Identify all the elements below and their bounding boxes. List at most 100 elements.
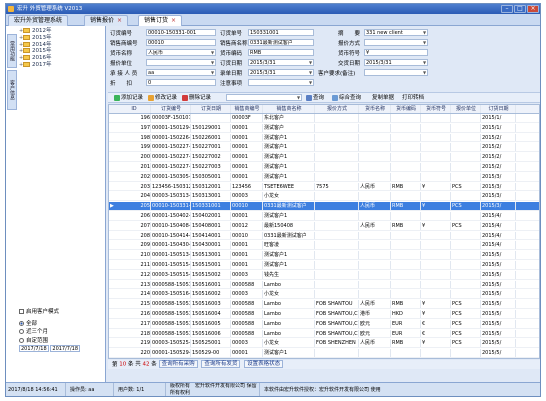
sales-no-input[interactable]: 00010 xyxy=(146,39,216,46)
add-record-button[interactable]: 添加记录 xyxy=(112,94,145,102)
table-row[interactable]: 212 00003-150515-0 150515002 00003 钱先生 2015/5… xyxy=(109,270,539,280)
table-cell xyxy=(391,270,421,279)
column-header[interactable]: 订货编号 xyxy=(151,105,191,113)
table-row[interactable]: 201 00001-150227-0 150227003 00001 测试客户1 2015… xyxy=(109,163,539,172)
enable-customer-mode-checkbox[interactable]: 启用客户模式 xyxy=(19,308,105,317)
tree-node-2012[interactable]: +2012年 xyxy=(19,28,52,35)
entry-date-input[interactable]: 2015/3/31 ▼ xyxy=(248,69,314,76)
table-cell xyxy=(451,172,481,181)
pay-method-select[interactable]: ▼ xyxy=(364,39,428,46)
column-header[interactable]: 订货日期 xyxy=(191,105,231,113)
tab-home[interactable]: 宏升外贸管理系统 xyxy=(8,15,69,26)
table-row[interactable]: 203123456-150312-0150312001123456TSETE6W… xyxy=(109,182,539,192)
radio-custom-range[interactable]: 自定范围 xyxy=(19,337,105,346)
salesman-select[interactable]: aa ▼ xyxy=(146,69,216,76)
table-row[interactable]: 211 00001-150515-0 150515001 00001 测试客户1 2015… xyxy=(109,261,539,270)
table-row[interactable]: 2150000588-150516-1505160030000588LamboF… xyxy=(109,300,539,309)
tree-node-2017[interactable]: +2017年 xyxy=(19,61,52,69)
copy-document-button[interactable]: 复制单据 xyxy=(370,94,396,102)
dropdown-icon[interactable]: ▼ xyxy=(308,80,313,85)
tab-sales-order[interactable]: 销售订货 × xyxy=(138,15,183,26)
abstract-input[interactable]: 331 new client ▼ xyxy=(364,29,428,36)
dropdown-icon[interactable]: ▼ xyxy=(422,40,427,45)
dropdown-icon[interactable]: ▼ xyxy=(308,60,313,65)
table-row[interactable]: 220 00001-150529-0 150529-00 00001 测试客户1 2015… xyxy=(109,349,539,358)
table-settings-button[interactable]: 设置表格状态 xyxy=(244,360,284,368)
table-row[interactable]: 2160000588-150516-1505160040000588LamboF… xyxy=(109,310,539,319)
table-row[interactable]: 207 00010-150408-0 150408001 00012 最新150408 人… xyxy=(109,221,539,231)
delivery-date-input[interactable]: 2015/3/31 ▼ xyxy=(364,59,428,66)
radio-all[interactable]: 全部 xyxy=(19,320,105,329)
query-input[interactable]: ▼ xyxy=(226,94,302,101)
vtab-customer[interactable]: 客户信息 xyxy=(7,70,17,110)
table-row[interactable]: 2180000588-150516-1505160060000588LamboF… xyxy=(109,329,539,339)
column-header[interactable]: 订货日期 xyxy=(481,105,516,113)
table-row[interactable]: 2170000588-150516-1505160050000588LamboF… xyxy=(109,319,539,329)
edit-record-button[interactable]: 修改记录 xyxy=(146,94,179,102)
close-tab-icon[interactable]: × xyxy=(117,17,122,24)
currency-select[interactable]: 人民币 ▼ xyxy=(146,49,216,56)
table-cell: 00010-150414-0 xyxy=(152,231,191,240)
dropdown-icon[interactable]: ▼ xyxy=(210,50,215,55)
date-to-input[interactable]: 2017/7/18 xyxy=(50,345,81,352)
tree-node-2013[interactable]: +2013年 xyxy=(19,34,52,42)
dropdown-icon[interactable]: ▼ xyxy=(296,95,301,100)
table-row[interactable]: ▶ 205 00010-150331-0 150331001 00010 0331最新测试… xyxy=(109,202,539,211)
table-row[interactable]: 19600003F-150107-00 00003F东北客户 2015/1/ xyxy=(109,114,539,123)
table-row[interactable]: 210 00001-150513-0 150513001 00001 测试客户1 2015… xyxy=(109,251,539,260)
table-row[interactable]: 206 00001-150402-0 150402001 00001 测试客户1 2015… xyxy=(109,212,539,221)
query-button[interactable]: 查询 xyxy=(304,94,326,102)
currency-code-input[interactable]: RMB xyxy=(248,49,314,56)
column-header[interactable]: 销售商名称 xyxy=(263,105,315,113)
radio-last-three-months[interactable]: 近三个月 xyxy=(19,328,105,337)
close-tab-icon[interactable]: × xyxy=(171,17,176,24)
dropdown-icon[interactable]: ▼ xyxy=(422,70,427,75)
column-header[interactable]: ID xyxy=(117,105,151,113)
combined-query-button[interactable]: 综合查询 xyxy=(330,94,363,102)
table-row[interactable]: 214 00003-150516-0 150516002 00003 小龙女 2015/5… xyxy=(109,290,539,300)
date-from-input[interactable]: 2017/7/18 xyxy=(19,345,49,352)
table-row[interactable]: 208 00010-150414-0 150414001 00010 0331最新测试客… xyxy=(109,231,539,241)
print-export-button[interactable]: 打印转档 xyxy=(400,94,426,102)
order-no-input[interactable]: 00010-150331-001 xyxy=(146,29,216,36)
table-row[interactable]: 197 00001-150129-0 150129001 00001 测试客户 2015/… xyxy=(109,123,539,133)
quote-unit-select[interactable]: ▼ xyxy=(146,59,216,66)
minimize-button[interactable]: – xyxy=(501,5,513,13)
tab-sales-quote[interactable]: 销售报价 × xyxy=(84,15,129,26)
maximize-button[interactable]: □ xyxy=(514,5,526,13)
table-row[interactable]: 200 00001-150227-0 150227002 00001 测试客户1 2015… xyxy=(109,153,539,162)
discount-input[interactable]: 0 xyxy=(146,79,216,86)
close-button[interactable]: × xyxy=(527,5,539,13)
currency-symbol-input[interactable]: ¥ xyxy=(364,49,428,56)
query-all-shipments-button[interactable]: 查询所有发货 xyxy=(201,360,241,368)
dropdown-icon[interactable]: ▼ xyxy=(422,60,427,65)
table-row[interactable]: 199 00001-150227-0 150227001 00001 测试客户1 2015… xyxy=(109,143,539,153)
column-header[interactable]: 报价单位 xyxy=(451,105,481,113)
delete-record-button[interactable]: 删除记录 xyxy=(180,94,213,102)
column-header[interactable]: 货币编码 xyxy=(391,105,421,113)
table-row[interactable]: 209 00001-150430-0 150430001 00001 旺客凌 2015/4… xyxy=(109,241,539,251)
table-row[interactable]: 2130000588-150516-1505160010000588Lambo 2… xyxy=(109,280,539,290)
total-records: 42 xyxy=(142,361,150,368)
table-row[interactable]: 202 00001-150305-0 150305001 00001 测试客户1 2015… xyxy=(109,172,539,182)
customer-req-select[interactable]: ▼ xyxy=(364,69,428,76)
dropdown-icon[interactable]: ▼ xyxy=(210,60,215,65)
table-row[interactable]: 219 00003-150525-0 150525001 00003 小龙女 FOB SH… xyxy=(109,339,539,349)
order-id-input[interactable]: 150331001 xyxy=(248,29,314,36)
table-row[interactable]: 198 00001-150226-0 150226001 00001 测试客户1 2015… xyxy=(109,133,539,143)
vtab-common[interactable]: 常用功能 xyxy=(7,34,17,68)
column-header[interactable]: 货币符号 xyxy=(421,105,451,113)
dropdown-icon[interactable]: ▼ xyxy=(308,70,313,75)
column-header[interactable]: 货币名称 xyxy=(359,105,391,113)
column-header[interactable]: 报价方式 xyxy=(315,105,359,113)
column-header[interactable]: 销售商编号 xyxy=(231,105,263,113)
notes-select[interactable]: ▼ xyxy=(248,79,314,86)
dropdown-icon[interactable]: ▼ xyxy=(210,70,215,75)
tree-node-2016[interactable]: +2016年 xyxy=(19,55,52,62)
table-cell: 2015/5/ xyxy=(481,261,516,269)
dropdown-icon[interactable]: ▼ xyxy=(422,30,427,35)
table-row[interactable]: 204 00003-150313-0 150313001 00003 小龙女 2015/3… xyxy=(109,192,539,202)
query-all-purchases-button[interactable]: 查询所有采购 xyxy=(158,360,198,368)
order-date-input[interactable]: 2015/3/31 ▼ xyxy=(248,59,314,66)
sales-name-input[interactable]: 0331最新测试客户 xyxy=(248,39,314,46)
